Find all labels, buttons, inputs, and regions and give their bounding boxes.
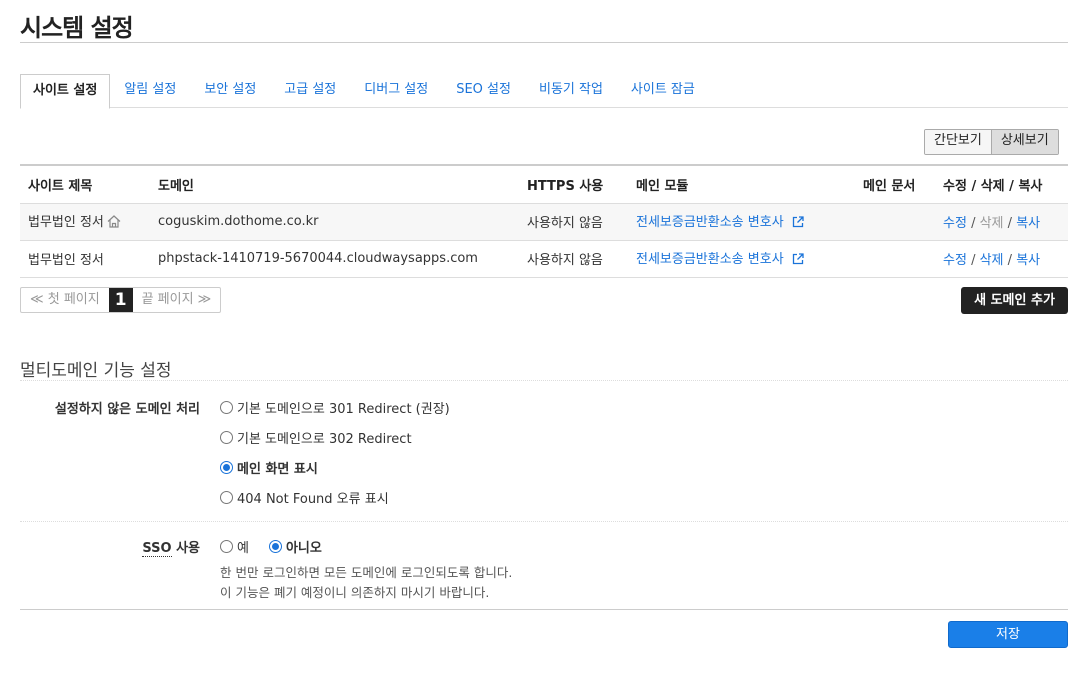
domain-cell: phpstack-1410719-5670044.cloudwaysapps.c… [150, 240, 519, 278]
delete-link[interactable]: 삭제 [980, 253, 1004, 268]
col-main-module: 메인 모듈 [628, 164, 855, 204]
tab-debug-settings[interactable]: 디버그 설정 [350, 74, 442, 108]
current-page: 1 [108, 288, 133, 312]
separator: / [971, 253, 976, 268]
multidomain-section-title: 멀티도메인 기능 설정 [20, 361, 172, 381]
main-module-cell: 전세보증금반환소송 변호사 [628, 203, 855, 241]
col-domain: 도메인 [150, 164, 519, 204]
option-label: 아니오 [285, 541, 322, 556]
tab-advanced-settings[interactable]: 고급 설정 [270, 74, 350, 108]
radio-sso-no[interactable] [268, 540, 282, 553]
option-301-redirect[interactable]: 기본 도메인으로 301 Redirect (권장) [220, 398, 450, 417]
external-link-icon[interactable] [792, 216, 804, 232]
https-cell: 사용하지 않음 [519, 240, 628, 278]
radio-302[interactable] [220, 431, 233, 444]
pagination: ≪ 첫 페이지 1 끝 페이지 ≫ [20, 287, 222, 313]
bottom-divider [20, 609, 1068, 610]
sso-abbr: SSO [142, 541, 172, 557]
option-label: 메인 화면 표시 [237, 462, 318, 477]
detail-view-button[interactable]: 상세보기 [990, 130, 1058, 154]
col-https: HTTPS 사용 [519, 164, 628, 204]
separator: / [1007, 216, 1013, 231]
site-title-cell: 법무법인 정서 [20, 240, 150, 278]
option-label: 404 Not Found 오류 표시 [237, 492, 389, 507]
table-row: 법무법인 정서 coguskim.dothome.co.kr 사용하지 않음 전… [20, 203, 1068, 241]
sso-deprecation-text: 이 기능은 폐기 예정이니 의존하지 마시기 바랍니다. [220, 585, 490, 600]
save-button[interactable]: 저장 [948, 621, 1068, 648]
edit-link[interactable]: 수정 [943, 216, 967, 231]
delete-link-disabled: 삭제 [979, 216, 1004, 231]
main-document-cell [855, 203, 935, 241]
option-label: 예 [237, 541, 249, 556]
option-label: 기본 도메인으로 302 Redirect [237, 432, 412, 447]
tab-site-settings[interactable]: 사이트 설정 [20, 74, 111, 109]
domain-table: 사이트 제목 도메인 HTTPS 사용 메인 모듈 메인 문서 수정 / 삭제 … [20, 164, 1068, 278]
add-domain-button[interactable]: 새 도메인 추가 [961, 287, 1068, 314]
option-404[interactable]: 404 Not Found 오류 표시 [220, 488, 389, 507]
actions-cell: 수정 / 삭제 / 복사 [935, 240, 1068, 278]
radio-main-display[interactable] [220, 461, 233, 474]
option-302-redirect[interactable]: 기본 도메인으로 302 Redirect [220, 428, 412, 447]
sso-options: 예 아니오 [220, 537, 342, 556]
col-main-document: 메인 문서 [855, 164, 935, 204]
view-toggle: 간단보기 상세보기 [924, 129, 1059, 155]
tab-site-lock[interactable]: 사이트 잠금 [617, 74, 709, 108]
separator: / [1007, 253, 1013, 268]
simple-view-button[interactable]: 간단보기 [925, 130, 991, 154]
external-link-icon[interactable] [792, 253, 804, 269]
sso-help-text: 한 번만 로그인하면 모든 도메인에 로그인되도록 합니다. [220, 565, 513, 580]
sso-label: SSO 사용 [142, 537, 200, 557]
separator: / [971, 216, 976, 231]
https-cell: 사용하지 않음 [519, 203, 628, 241]
tab-security-settings[interactable]: 보안 설정 [190, 74, 270, 108]
last-page-link[interactable]: 끝 페이지 ≫ [133, 288, 221, 312]
option-label: 기본 도메인으로 301 Redirect (권장) [237, 402, 450, 417]
unset-domain-label: 설정하지 않은 도메인 처리 [54, 402, 200, 417]
main-document-cell [855, 240, 935, 278]
domain-cell: coguskim.dothome.co.kr [150, 203, 519, 241]
site-title: 법무법인 정서 [28, 215, 104, 230]
actions-cell: 수정 / 삭제 / 복사 [935, 203, 1068, 241]
sso-no-option[interactable]: 아니오 [268, 537, 322, 556]
sso-label-suffix: 사용 [171, 541, 200, 556]
settings-tabs: 사이트 설정 알림 설정 보안 설정 고급 설정 디버그 설정 SEO 설정 비… [20, 74, 1068, 109]
first-page-link[interactable]: ≪ 첫 페이지 [21, 288, 109, 312]
sso-yes-option[interactable]: 예 [220, 537, 249, 556]
main-module-link[interactable]: 전세보증금반환소송 변호사 [636, 252, 784, 267]
copy-link[interactable]: 복사 [1016, 216, 1040, 231]
table-header-row: 사이트 제목 도메인 HTTPS 사용 메인 모듈 메인 문서 수정 / 삭제 … [20, 164, 1068, 204]
section-divider [20, 380, 1068, 381]
table-row: 법무법인 정서 phpstack-1410719-5670044.cloudwa… [20, 240, 1068, 278]
page-title: 시스템 설정 [20, 14, 134, 42]
radio-301[interactable] [220, 401, 233, 414]
edit-link[interactable]: 수정 [943, 253, 967, 268]
radio-sso-yes[interactable] [220, 540, 233, 553]
col-site-title: 사이트 제목 [20, 164, 150, 204]
main-module-link[interactable]: 전세보증금반환소송 변호사 [636, 215, 784, 230]
tab-seo-settings[interactable]: SEO 설정 [442, 74, 525, 108]
radio-404[interactable] [220, 491, 233, 504]
tab-notification-settings[interactable]: 알림 설정 [110, 74, 190, 108]
copy-link[interactable]: 복사 [1016, 253, 1040, 268]
site-title-cell: 법무법인 정서 [20, 203, 150, 241]
option-main-display[interactable]: 메인 화면 표시 [220, 458, 318, 477]
field-divider [20, 521, 1068, 522]
tab-async-jobs[interactable]: 비동기 작업 [525, 74, 617, 108]
col-actions: 수정 / 삭제 / 복사 [935, 164, 1068, 204]
title-divider [20, 42, 1068, 43]
home-icon [107, 215, 121, 232]
main-module-cell: 전세보증금반환소송 변호사 [628, 240, 855, 278]
